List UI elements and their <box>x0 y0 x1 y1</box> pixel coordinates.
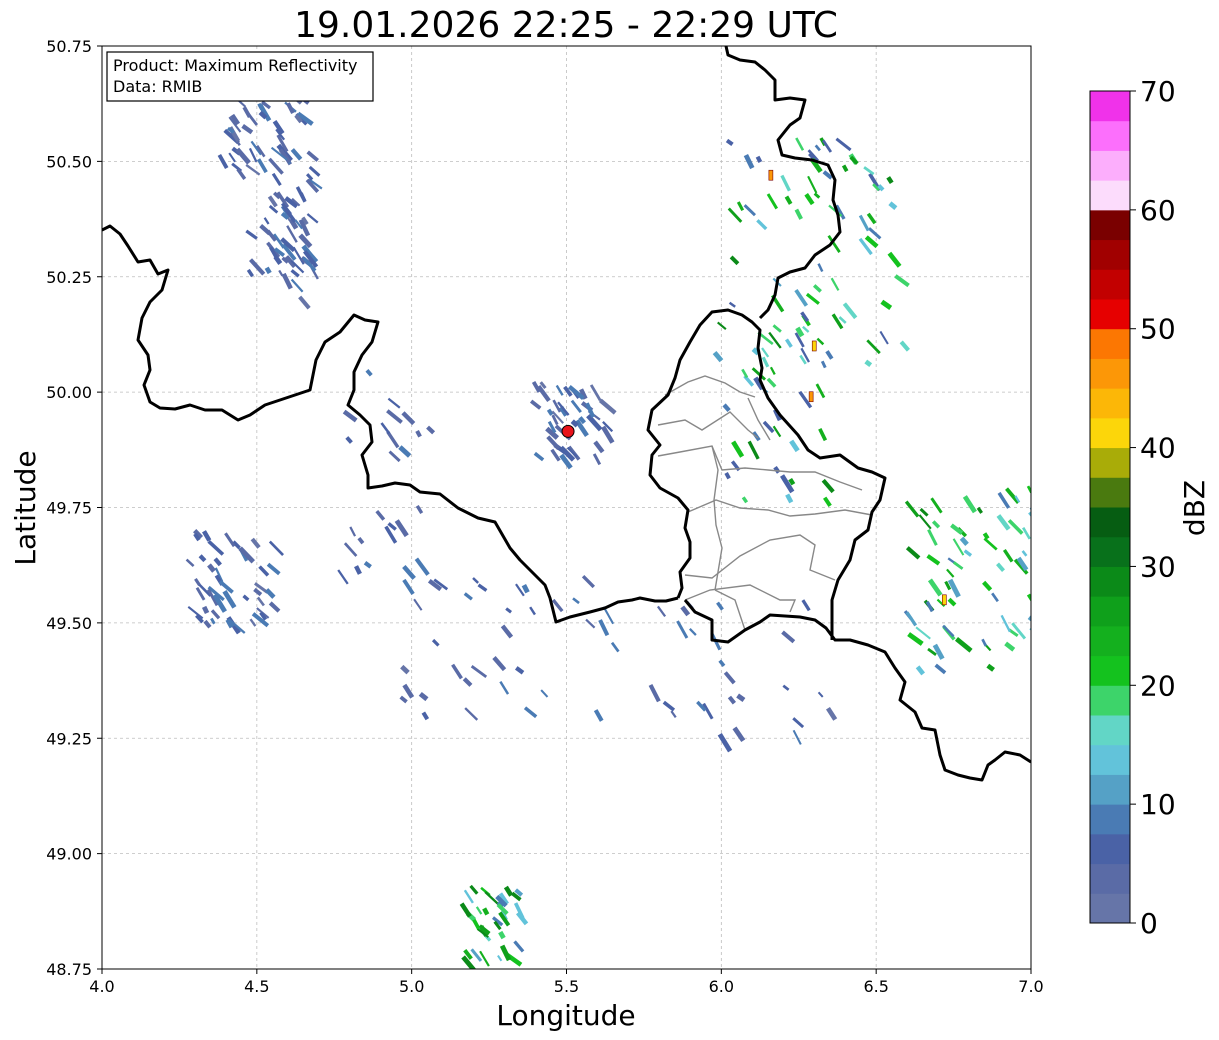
info-source: Data: RMIB <box>113 77 202 96</box>
y-tick-label: 49.50 <box>46 614 92 633</box>
colorbar-tick-label: 30 <box>1140 550 1176 583</box>
colorbar-tick-label: 70 <box>1140 75 1176 108</box>
colorbar-segment <box>1090 328 1130 359</box>
colorbar-segment <box>1090 625 1130 657</box>
y-axis-label: Latitude <box>9 450 42 565</box>
figure-title: 19.01.2026 22:25 - 22:29 UTC <box>294 5 838 46</box>
strong-cell-mark <box>768 169 774 181</box>
colorbar-tick-label: 60 <box>1140 194 1176 227</box>
y-tick-label: 49.25 <box>46 729 92 748</box>
colorbar-segment <box>1090 744 1130 775</box>
x-tick-label: 7.0 <box>1018 977 1043 996</box>
colorbar-tick-label: 10 <box>1140 788 1176 821</box>
y-tick-label: 50.00 <box>46 383 92 402</box>
colorbar-tick-label: 20 <box>1140 669 1176 702</box>
colorbar-tick-label: 40 <box>1140 432 1176 465</box>
colorbar-segment <box>1090 91 1130 122</box>
info-product: Product: Maximum Reflectivity <box>113 56 357 75</box>
strong-cell-mark <box>808 391 814 403</box>
x-tick-label: 4.0 <box>89 977 114 996</box>
strong-cell-mark <box>941 594 947 606</box>
colorbar-segment <box>1090 536 1130 567</box>
colorbar-segment <box>1090 715 1130 746</box>
colorbar-segment <box>1090 269 1130 300</box>
colorbar-segment <box>1090 447 1130 478</box>
colorbar-segment <box>1090 388 1130 419</box>
colorbar-tick-label: 0 <box>1140 907 1158 940</box>
colorbar-segment <box>1090 477 1130 508</box>
colorbar-segment <box>1090 209 1130 241</box>
y-tick-label: 50.75 <box>46 37 92 56</box>
colorbar-segment <box>1090 685 1130 716</box>
radar-site-marker[interactable] <box>561 424 575 438</box>
x-tick-label: 5.5 <box>554 977 579 996</box>
radar-figure: 19.01.2026 22:25 - 22:29 UTC Product: Ma… <box>0 0 1219 1040</box>
y-tick-label: 49.75 <box>46 499 92 518</box>
y-tick-label: 49.00 <box>46 845 92 864</box>
map-axes[interactable]: Product: Maximum Reflectivity Data: RMIB <box>101 45 1051 974</box>
y-tick-label: 50.25 <box>46 268 92 287</box>
colorbar-segment <box>1090 774 1130 805</box>
colorbar-label: dBZ <box>1178 480 1211 536</box>
colorbar-segment <box>1090 507 1130 538</box>
colorbar-segment <box>1090 180 1130 211</box>
colorbar-segment <box>1090 358 1130 389</box>
colorbar-tick-label: 50 <box>1140 313 1176 346</box>
x-tick-label: 5.0 <box>399 977 424 996</box>
y-tick-label: 48.75 <box>46 960 92 979</box>
colorbar-segment <box>1090 299 1130 330</box>
colorbar-segment <box>1090 893 1130 924</box>
x-tick-label: 6.0 <box>709 977 734 996</box>
colorbar-segment <box>1090 655 1130 686</box>
strong-cell-mark <box>811 340 817 352</box>
colorbar-segment <box>1090 596 1130 627</box>
info-box: Product: Maximum Reflectivity Data: RMIB <box>106 51 374 102</box>
colorbar-segment <box>1090 150 1130 181</box>
colorbar-segment <box>1090 833 1130 865</box>
colorbar-segment <box>1090 120 1130 151</box>
colorbar-segment <box>1090 566 1130 597</box>
colorbar-segment <box>1090 239 1130 270</box>
colorbar-segment <box>1090 804 1130 835</box>
y-tick-label: 50.50 <box>46 152 92 171</box>
x-tick-label: 4.5 <box>244 977 269 996</box>
x-axis-label: Longitude <box>496 999 635 1032</box>
x-tick-label: 6.5 <box>863 977 888 996</box>
colorbar-segment <box>1090 863 1130 894</box>
colorbar-segment <box>1090 417 1130 449</box>
